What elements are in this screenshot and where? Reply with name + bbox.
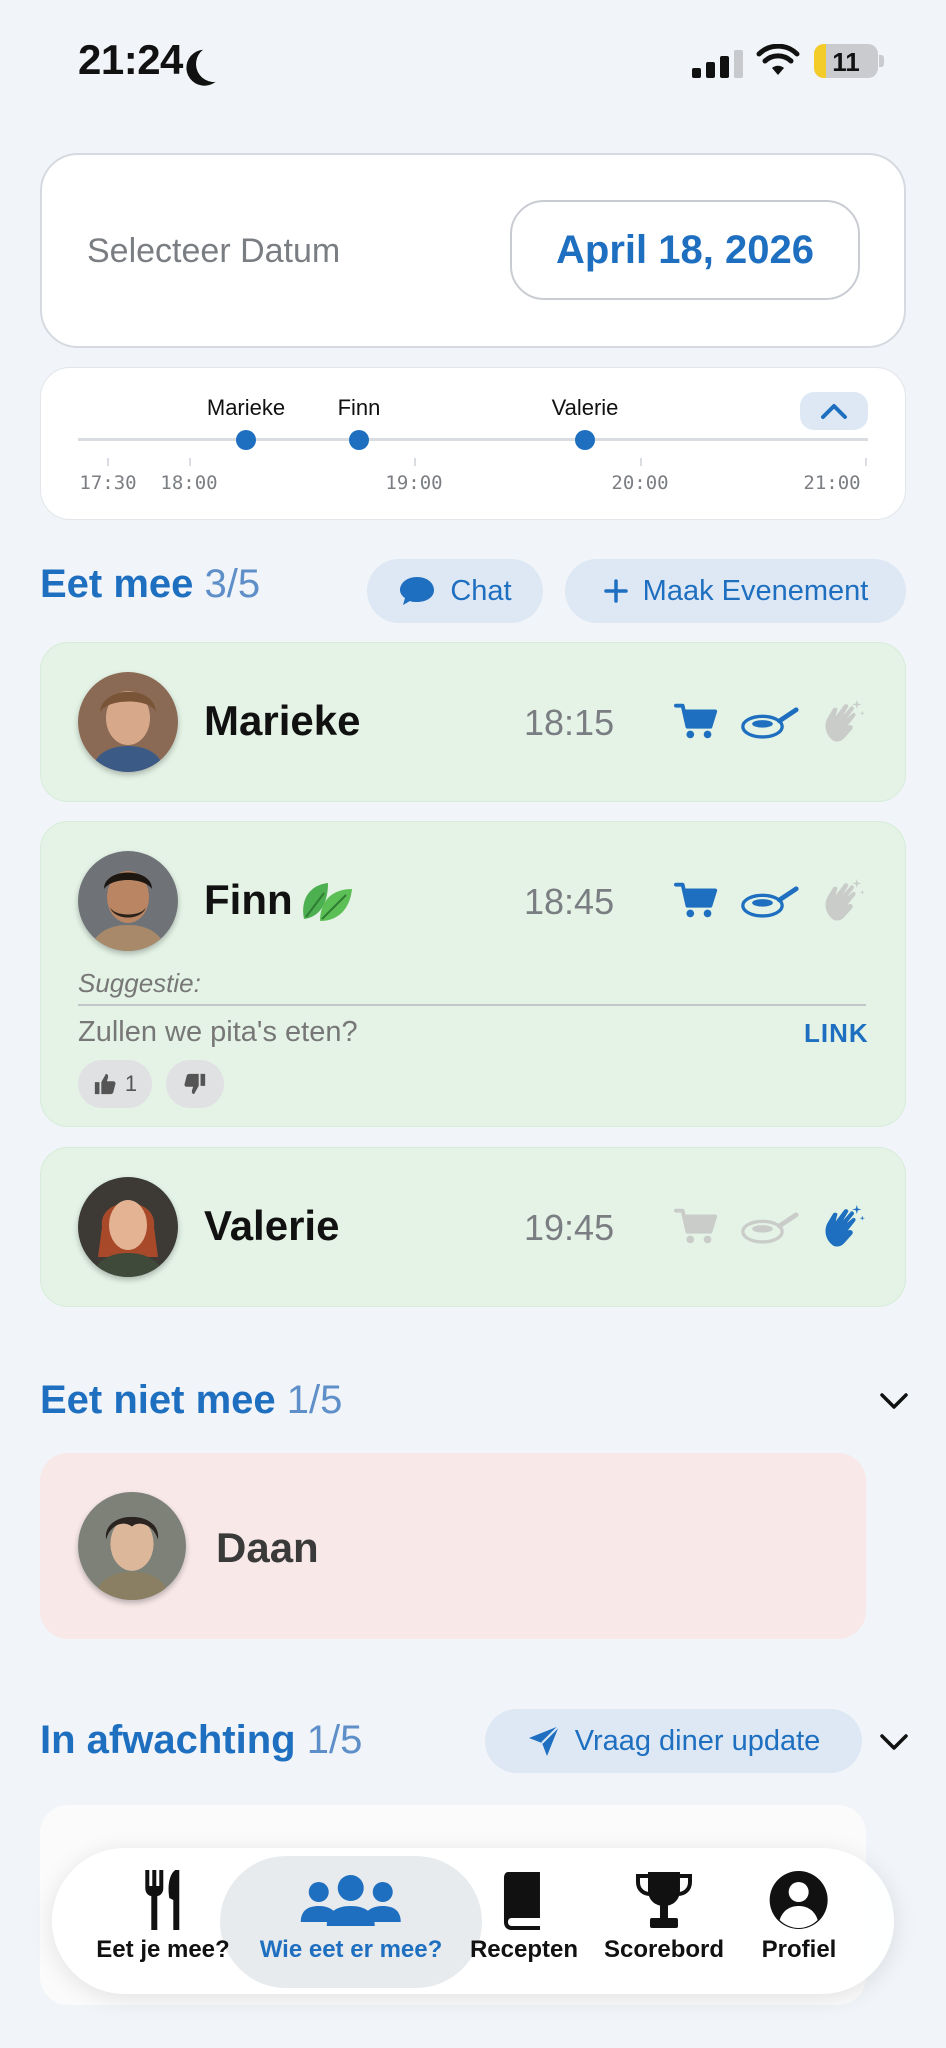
status-time: 21:24 [78, 36, 183, 83]
create-event-label: Maak Evenement [642, 574, 869, 607]
person-time: 18:45 [524, 881, 615, 922]
request-dinner-update-button[interactable]: Vraag diner update [485, 1709, 862, 1773]
timeline-card [40, 367, 906, 520]
trophy-icon [636, 1872, 692, 1928]
battery-cap [879, 55, 884, 67]
dishes-clap-icon[interactable] [820, 698, 866, 744]
dishes-clap-icon[interactable] [820, 877, 866, 923]
thumbs-up-icon [93, 1072, 117, 1096]
person-name: Finn [204, 876, 293, 923]
vegetarian-leaf-icon [303, 883, 352, 921]
shopping-cart-icon[interactable] [674, 701, 720, 741]
date-picker-button[interactable]: April 18, 2026 [510, 200, 860, 300]
section-title-pending: In afwachting 1/5 [40, 1718, 362, 1763]
expand-pending-button[interactable] [871, 1719, 917, 1765]
section-title-eating: Eet mee 3/5 [40, 562, 260, 607]
downvote-button[interactable] [166, 1060, 224, 1108]
person-time: 19:45 [524, 1207, 615, 1248]
timeline-marker-dot[interactable] [575, 430, 595, 450]
person-name: Marieke [204, 697, 361, 744]
tab-label: Scorebord [603, 1936, 725, 1963]
tab-label: Profiel [761, 1936, 837, 1963]
timeline-tick-label: 19:00 [385, 472, 443, 494]
plus-icon [603, 579, 628, 603]
cooking-pan-icon[interactable] [740, 1206, 800, 1246]
cutlery-icon [145, 1870, 179, 1930]
date-label: Selecteer Datum [87, 232, 341, 270]
timeline-tick-label: 17:30 [79, 472, 137, 494]
timeline-marker-name: Finn [337, 395, 381, 420]
tab-label: Eet je mee? [96, 1936, 230, 1963]
tab-label: Wie eet er mee? [259, 1936, 443, 1963]
person-time: 18:15 [524, 702, 615, 743]
section-title-not-eating: Eet niet mee 1/5 [40, 1378, 342, 1423]
suggestion-text: Zullen we pita's eten? [78, 1016, 358, 1048]
suggestion-divider [78, 1004, 866, 1006]
signal-icon [692, 48, 743, 78]
section-count: 3/5 [204, 562, 261, 606]
tab-scorebord[interactable]: Scorebord [604, 1868, 724, 1964]
suggestion-label: Suggestie: [78, 968, 201, 998]
tab-eet-je-mee[interactable]: Eet je mee? [96, 1868, 230, 1964]
chevron-down-icon [880, 1734, 908, 1750]
moon-icon [194, 44, 235, 85]
thumbs-down-icon [183, 1072, 207, 1096]
chevron-down-icon [880, 1393, 908, 1409]
request-update-label: Vraag diner update [574, 1724, 821, 1757]
timeline-tick-label: 20:00 [611, 472, 669, 494]
chat-button[interactable]: Chat [367, 559, 543, 623]
upvote-count: 1 [124, 1071, 138, 1096]
timeline-marker-name: Valerie [551, 395, 619, 420]
chevron-up-icon [821, 404, 847, 419]
upvote-button[interactable]: 1 [78, 1060, 152, 1108]
battery-level: 11 [832, 47, 860, 77]
send-icon [528, 1725, 560, 1756]
dishes-clap-icon[interactable] [820, 1203, 866, 1249]
cooking-pan-icon[interactable] [740, 701, 800, 741]
shopping-cart-icon[interactable] [674, 1206, 720, 1246]
avatar [78, 851, 178, 951]
timeline-marker-dot[interactable] [349, 430, 369, 450]
create-event-button[interactable]: Maak Evenement [565, 559, 906, 623]
timeline-tick-label: 18:00 [160, 472, 218, 494]
avatar [78, 672, 178, 772]
expand-not-eating-button[interactable] [871, 1378, 917, 1424]
timeline-axis [78, 438, 868, 441]
cooking-pan-icon[interactable] [740, 880, 800, 920]
timeline-tick-label: 21:00 [803, 472, 861, 494]
timeline-tick [865, 458, 867, 466]
section-count: 1/5 [306, 1718, 363, 1762]
wifi-icon [756, 44, 800, 75]
timeline-marker-dot[interactable] [236, 430, 256, 450]
avatar [78, 1492, 186, 1600]
timeline-tick [640, 458, 642, 466]
tab-wie-eet-er-mee[interactable]: Wie eet er mee? [259, 1868, 443, 1964]
book-icon [503, 1872, 540, 1930]
profile-icon [770, 1871, 828, 1929]
tab-profiel[interactable]: Profiel [761, 1868, 837, 1964]
timeline-marker-name: Marieke [206, 395, 286, 420]
section-title-text: Eet niet mee [40, 1378, 276, 1422]
section-title-text: In afwachting [40, 1718, 296, 1762]
person-name: Daan [216, 1524, 319, 1571]
chat-button-label: Chat [450, 574, 512, 607]
person-name: Valerie [204, 1202, 340, 1249]
section-count: 1/5 [286, 1378, 343, 1422]
tab-label: Recepten [469, 1936, 579, 1963]
battery-icon: 11 [814, 44, 878, 78]
tab-recepten[interactable]: Recepten [470, 1868, 578, 1964]
section-title-text: Eet mee [40, 562, 194, 606]
suggestion-link[interactable]: LINK [804, 1018, 869, 1049]
avatar [78, 1177, 178, 1277]
timeline-tick [107, 458, 109, 466]
timeline-tick [414, 458, 416, 466]
people-icon [301, 1875, 401, 1926]
timeline-tick [189, 458, 191, 466]
timeline-collapse-button[interactable] [800, 392, 868, 430]
shopping-cart-icon[interactable] [674, 880, 720, 920]
chat-bubble-icon [400, 577, 435, 605]
